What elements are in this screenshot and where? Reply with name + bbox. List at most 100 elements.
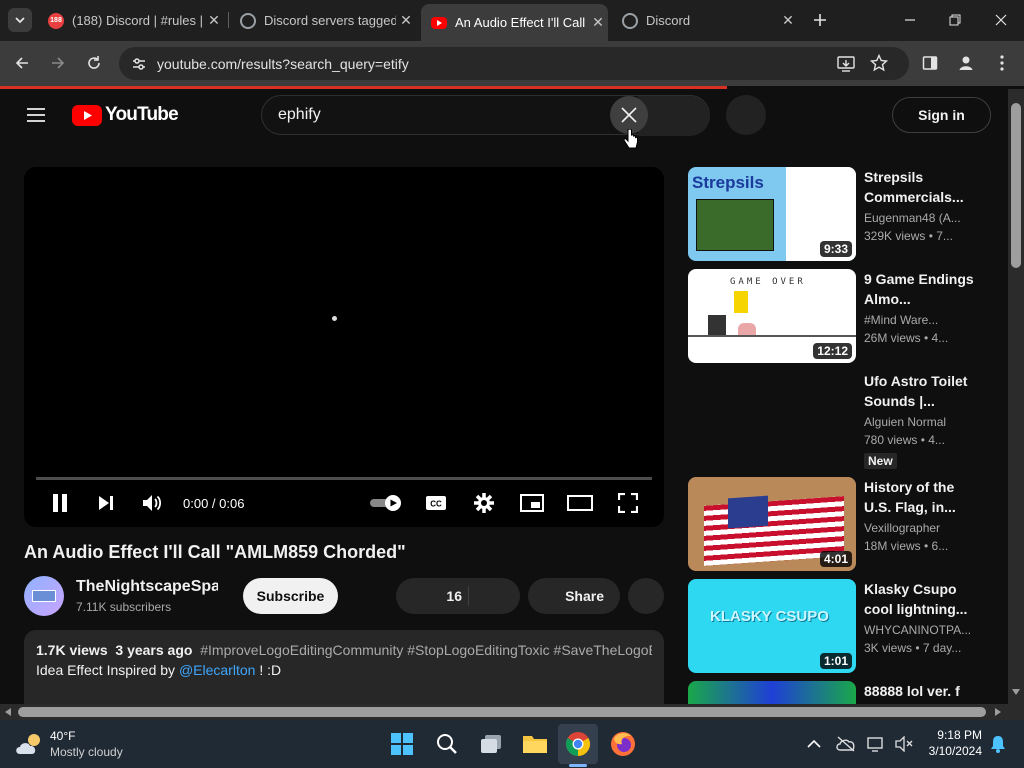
horizontal-scrollbar[interactable] bbox=[0, 704, 1024, 720]
description-box[interactable]: 1.7K views 3 years ago #ImproveLogoEditi… bbox=[24, 630, 664, 704]
video-title[interactable]: Ufo Astro Toilet Sounds |... bbox=[864, 371, 974, 411]
search-button[interactable] bbox=[638, 96, 710, 136]
volume-button[interactable] bbox=[890, 730, 918, 758]
video-thumbnail[interactable] bbox=[688, 371, 856, 465]
dislike-button[interactable] bbox=[469, 578, 520, 614]
video-title[interactable]: History of the U.S. Flag, in... bbox=[864, 477, 974, 517]
like-button[interactable]: 16 bbox=[396, 578, 468, 614]
progress-bar[interactable] bbox=[36, 477, 652, 480]
firefox-button[interactable] bbox=[609, 730, 637, 758]
channel-name[interactable]: WHYCANINOTPA... bbox=[864, 623, 974, 637]
show-hidden-icons-button[interactable] bbox=[800, 730, 828, 758]
channel-avatar[interactable] bbox=[24, 576, 64, 616]
channel-name[interactable]: Vexillographer bbox=[864, 521, 974, 535]
related-video[interactable]: Strepsils 9:33 Strepsils Commercials... … bbox=[688, 167, 988, 261]
related-video[interactable]: 88888 lol ver. f bbox=[688, 681, 988, 704]
video-thumbnail[interactable] bbox=[688, 681, 856, 704]
scrollbar-thumb[interactable] bbox=[1011, 103, 1021, 268]
video-thumbnail[interactable]: KLASKY CSUPO 1:01 bbox=[688, 579, 856, 673]
video-title[interactable]: Klasky Csupo cool lightning... bbox=[864, 579, 974, 619]
tab-close-icon[interactable]: ✕ bbox=[778, 12, 798, 29]
minimize-button[interactable] bbox=[896, 8, 924, 32]
youtube-logo[interactable]: YouTube bbox=[72, 104, 179, 126]
channel-name[interactable]: TheNightscapeSpar bbox=[76, 578, 218, 596]
install-app-icon[interactable] bbox=[837, 55, 855, 78]
profile-button[interactable] bbox=[954, 51, 978, 75]
related-video[interactable]: GAME OVER 12:12 9 Game Endings Almo... #… bbox=[688, 269, 988, 363]
search-input[interactable]: ephify bbox=[262, 96, 642, 134]
start-button[interactable] bbox=[388, 730, 416, 758]
back-button[interactable] bbox=[10, 51, 34, 75]
tab-search-button[interactable] bbox=[8, 8, 32, 32]
channel-name[interactable]: Eugenman48 (A... bbox=[864, 211, 974, 225]
tab-discord[interactable]: Discord ✕ bbox=[612, 6, 798, 35]
clock[interactable]: 9:18 PM 3/10/2024 bbox=[920, 727, 982, 759]
share-button[interactable]: Share bbox=[528, 578, 620, 614]
like-count: 16 bbox=[446, 588, 462, 604]
sign-in-button[interactable]: Sign in bbox=[892, 97, 991, 133]
related-video[interactable]: 4:01 History of the U.S. Flag, in... Vex… bbox=[688, 477, 988, 571]
search-button[interactable] bbox=[433, 730, 461, 758]
site-info-icon[interactable] bbox=[131, 56, 147, 77]
browser-menu-button[interactable] bbox=[990, 51, 1014, 75]
channel-name[interactable]: Alguien Normal bbox=[864, 415, 974, 429]
next-button[interactable] bbox=[92, 489, 120, 517]
video-thumbnail[interactable]: Strepsils 9:33 bbox=[688, 167, 856, 261]
tab-close-icon[interactable]: ✕ bbox=[204, 12, 224, 29]
video-title[interactable]: 9 Game Endings Almo... bbox=[864, 269, 974, 309]
reload-button[interactable] bbox=[82, 51, 106, 75]
hashtags[interactable]: #ImproveLogoEditingCommunity #StopLogoEd… bbox=[200, 642, 652, 658]
autoplay-toggle[interactable] bbox=[368, 489, 404, 517]
channel-name[interactable]: #Mind Ware... bbox=[864, 313, 974, 327]
weather-widget[interactable]: 40°F Mostly cloudy bbox=[14, 726, 123, 762]
related-video[interactable]: KLASKY CSUPO 1:01 Klasky Csupo cool ligh… bbox=[688, 579, 988, 673]
miniplayer-button[interactable] bbox=[520, 489, 544, 517]
side-panel-button[interactable] bbox=[918, 51, 942, 75]
video-thumbnail[interactable]: 4:01 bbox=[688, 477, 856, 571]
file-explorer-button[interactable] bbox=[521, 730, 549, 758]
scrollbar-thumb[interactable] bbox=[18, 707, 986, 717]
task-view-button[interactable] bbox=[477, 730, 505, 758]
captions-button[interactable]: CC bbox=[424, 489, 448, 517]
theater-mode-button[interactable] bbox=[567, 489, 593, 517]
restore-button[interactable] bbox=[941, 8, 969, 32]
search-icon bbox=[437, 734, 457, 754]
network-button[interactable] bbox=[862, 730, 890, 758]
more-actions-button[interactable] bbox=[628, 578, 664, 614]
forward-button[interactable] bbox=[46, 51, 70, 75]
related-video[interactable]: Ufo Astro Toilet Sounds |... Alguien Nor… bbox=[688, 371, 988, 471]
tab-close-icon[interactable]: ✕ bbox=[396, 12, 416, 29]
discord-favicon-icon: 188 bbox=[48, 12, 64, 29]
video-thumbnail[interactable]: GAME OVER 12:12 bbox=[688, 269, 856, 363]
browser-toolbar: youtube.com/results?search_query=etify bbox=[0, 41, 1024, 86]
new-tab-button[interactable] bbox=[808, 8, 832, 32]
tab-title: Discord bbox=[646, 13, 691, 28]
chrome-button[interactable] bbox=[564, 730, 592, 758]
skip-next-icon bbox=[99, 496, 113, 510]
onedrive-button[interactable] bbox=[832, 730, 860, 758]
pause-icon bbox=[53, 494, 67, 512]
mute-button[interactable] bbox=[138, 489, 166, 517]
tab-discord-rules[interactable]: 188 (188) Discord | #rules | ✕ bbox=[38, 6, 224, 35]
tab-youtube-active[interactable]: An Audio Effect I'll Call ✕ bbox=[421, 4, 608, 41]
video-title[interactable]: Strepsils Commercials... bbox=[864, 167, 974, 207]
tab-close-icon[interactable]: ✕ bbox=[588, 14, 608, 31]
video-title[interactable]: 88888 lol ver. f bbox=[864, 681, 974, 701]
address-bar[interactable]: youtube.com/results?search_query=etify bbox=[119, 47, 909, 80]
bookmark-star-icon[interactable] bbox=[869, 53, 889, 77]
vertical-scrollbar[interactable] bbox=[1008, 89, 1024, 704]
settings-button[interactable] bbox=[472, 489, 496, 517]
video-player[interactable]: 0:00 / 0:06 CC bbox=[24, 167, 664, 527]
voice-search-button[interactable] bbox=[726, 95, 766, 135]
guide-menu-button[interactable] bbox=[24, 103, 48, 127]
mention-link[interactable]: @Elecarlton bbox=[179, 662, 255, 678]
scroll-left-arrow-icon[interactable] bbox=[5, 708, 11, 716]
scroll-down-arrow-icon[interactable] bbox=[1012, 689, 1020, 695]
scroll-right-arrow-icon[interactable] bbox=[995, 708, 1001, 716]
close-window-button[interactable] bbox=[987, 8, 1015, 32]
tab-discord-servers[interactable]: Discord servers tagged ✕ bbox=[230, 6, 416, 35]
fullscreen-button[interactable] bbox=[616, 489, 640, 517]
subscribe-button[interactable]: Subscribe bbox=[243, 578, 338, 614]
pause-button[interactable] bbox=[46, 489, 74, 517]
notifications-button[interactable] bbox=[984, 730, 1012, 758]
